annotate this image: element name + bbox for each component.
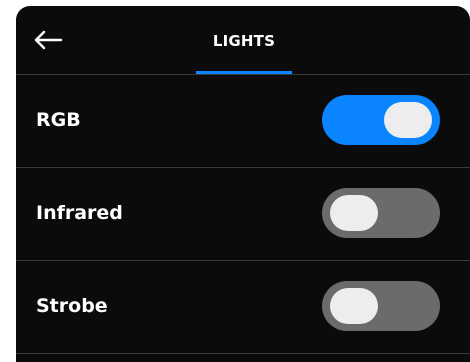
- strobe-toggle[interactable]: [322, 281, 440, 331]
- lights-panel: LIGHTS RGB Infrared Strobe: [16, 6, 470, 362]
- header-bar: LIGHTS: [16, 6, 470, 75]
- active-tab-indicator: [196, 71, 292, 74]
- setting-row-rgb: RGB: [16, 75, 470, 168]
- setting-label-infrared: Infrared: [36, 202, 123, 224]
- tab-lights-label: LIGHTS: [212, 32, 276, 50]
- arrow-left-icon: [34, 30, 63, 50]
- setting-label-strobe: Strobe: [36, 295, 108, 317]
- toggle-knob: [384, 102, 432, 138]
- setting-label-rgb: RGB: [36, 109, 81, 131]
- rgb-toggle[interactable]: [322, 95, 440, 145]
- setting-row-strobe: Strobe: [16, 261, 470, 354]
- back-button[interactable]: [26, 18, 70, 62]
- setting-row-infrared: Infrared: [16, 168, 470, 261]
- toggle-knob: [330, 288, 378, 324]
- tab-lights[interactable]: LIGHTS: [196, 6, 292, 74]
- infrared-toggle[interactable]: [322, 188, 440, 238]
- toggle-knob: [330, 195, 378, 231]
